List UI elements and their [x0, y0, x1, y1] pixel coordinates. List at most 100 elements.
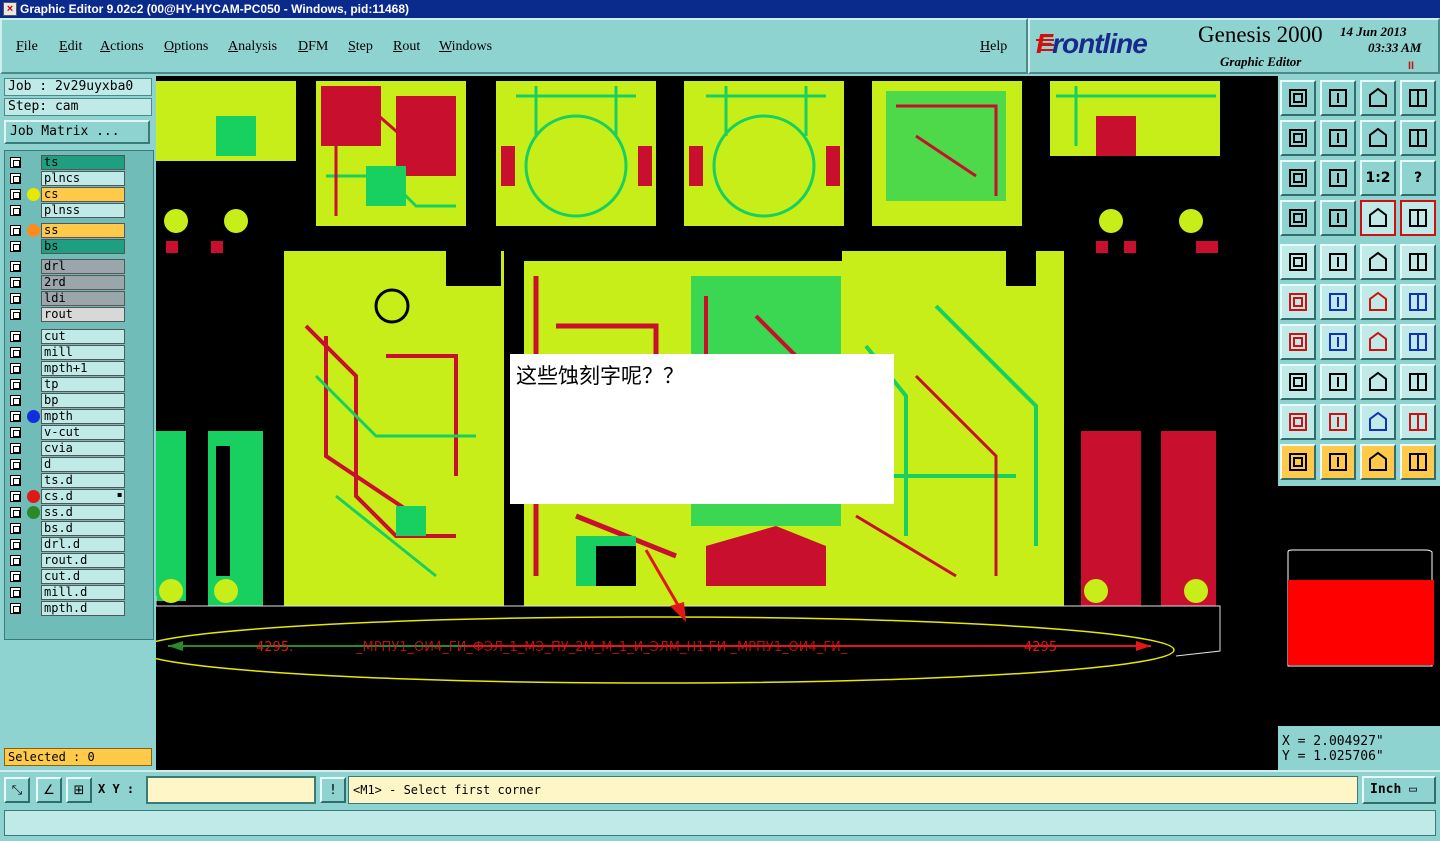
fit-all-icon[interactable]	[1280, 160, 1316, 196]
surface-icon[interactable]	[1360, 244, 1396, 280]
center-icon[interactable]	[1320, 160, 1356, 196]
layer-checkbox[interactable]	[10, 157, 21, 168]
layer-checkbox[interactable]	[10, 555, 21, 566]
menu-file[interactable]: File	[16, 39, 38, 55]
tri-red-alt-icon[interactable]	[1400, 404, 1436, 440]
layer-row[interactable]: ldi	[7, 291, 153, 306]
layer-checkbox[interactable]	[10, 277, 21, 288]
layer-row[interactable]: ts.d	[7, 473, 153, 488]
layer-name[interactable]: plnss	[41, 203, 125, 218]
layer-row[interactable]: bs	[7, 239, 153, 254]
text-icon[interactable]	[1400, 324, 1436, 360]
layer-row[interactable]: cvia	[7, 441, 153, 456]
alert-icon[interactable]: !	[320, 777, 346, 803]
layer-checkbox[interactable]	[10, 379, 21, 390]
layer-row[interactable]: d	[7, 457, 153, 472]
layer-name[interactable]: ts.d	[41, 473, 125, 488]
snap-icon[interactable]	[1280, 200, 1316, 236]
layer-row[interactable]: ts	[7, 155, 153, 170]
help-icon[interactable]: ?	[1400, 160, 1436, 196]
redraw-icon[interactable]	[1400, 120, 1436, 156]
menu-help[interactable]: Help	[980, 39, 1007, 55]
layer-checkbox[interactable]	[10, 459, 21, 470]
layer-name[interactable]: v-cut	[41, 425, 125, 440]
layer-row[interactable]: mill	[7, 345, 153, 360]
layer-row[interactable]: mpth+1	[7, 361, 153, 376]
layer-name[interactable]: mpth	[41, 409, 125, 424]
connect-icon[interactable]	[1280, 284, 1316, 320]
layer-row[interactable]: cs	[7, 187, 153, 202]
dimension-icon[interactable]	[1360, 364, 1396, 400]
layer-name[interactable]: cut.d	[41, 569, 125, 584]
tri-blue-icon[interactable]	[1360, 404, 1396, 440]
layer-checkbox[interactable]	[10, 539, 21, 550]
slope-icon[interactable]	[1320, 324, 1356, 360]
layer-checkbox[interactable]	[10, 411, 21, 422]
layers-display-alt-icon[interactable]	[1400, 200, 1436, 236]
layer-checkbox[interactable]	[10, 587, 21, 598]
layer-name[interactable]: cs.d	[41, 489, 125, 504]
measure-icon[interactable]	[1360, 284, 1396, 320]
layer-name[interactable]: tp	[41, 377, 125, 392]
layer-row[interactable]: cs.d ▪	[7, 489, 153, 504]
layer-row[interactable]: drl	[7, 259, 153, 274]
layer-checkbox[interactable]	[10, 189, 21, 200]
layer-name[interactable]: drl.d	[41, 537, 125, 552]
layer-checkbox[interactable]	[10, 241, 21, 252]
tri-orange-icon[interactable]	[1320, 404, 1356, 440]
tri-red-icon[interactable]	[1280, 404, 1316, 440]
menu-step[interactable]: Step	[348, 39, 373, 55]
layer-row[interactable]: bs.d	[7, 521, 153, 536]
cross-icon[interactable]	[1320, 284, 1356, 320]
layer-row[interactable]: v-cut	[7, 425, 153, 440]
layer-checkbox[interactable]	[10, 491, 21, 502]
layer-row[interactable]: plncs	[7, 171, 153, 186]
select-icon[interactable]	[1280, 444, 1316, 480]
layer-name[interactable]: 2rd	[41, 275, 125, 290]
layer-row[interactable]: mpth.d	[7, 601, 153, 616]
layer-row[interactable]: ss	[7, 223, 153, 238]
layer-name[interactable]: ss.d	[41, 505, 125, 520]
layers-display-icon[interactable]	[1360, 200, 1396, 236]
app-icon[interactable]: ×	[3, 2, 17, 16]
layer-name[interactable]: bs	[41, 239, 125, 254]
layer-row[interactable]: bp	[7, 393, 153, 408]
layer-checkbox[interactable]	[10, 293, 21, 304]
select-box-icon[interactable]	[1320, 444, 1356, 480]
layer-checkbox[interactable]	[10, 443, 21, 454]
layer-row[interactable]: rout.d	[7, 553, 153, 568]
layer-name[interactable]: mill.d	[41, 585, 125, 600]
layer-name[interactable]: ss	[41, 223, 125, 238]
layer-row[interactable]: drl.d	[7, 537, 153, 552]
layer-checkbox[interactable]	[10, 507, 21, 518]
layer-name[interactable]: d	[41, 457, 125, 472]
layer-row[interactable]: cut	[7, 329, 153, 344]
layer-name[interactable]: plncs	[41, 171, 125, 186]
menu-rout[interactable]: Rout	[393, 39, 420, 55]
layer-row[interactable]: cut.d	[7, 569, 153, 584]
layer-row[interactable]: tp	[7, 377, 153, 392]
job-matrix-button[interactable]: Job Matrix ...	[4, 120, 150, 144]
layer-row[interactable]: mpth	[7, 409, 153, 424]
layer-name[interactable]: cs	[41, 187, 125, 202]
layer-checkbox[interactable]	[10, 331, 21, 342]
select-point-icon[interactable]	[1360, 444, 1396, 480]
grid-icon[interactable]	[1320, 200, 1356, 236]
layer-checkbox[interactable]	[10, 309, 21, 320]
circle-icon[interactable]	[1400, 244, 1436, 280]
angle-icon[interactable]	[1280, 324, 1316, 360]
drill-icon[interactable]	[1400, 364, 1436, 400]
layer-checkbox[interactable]	[10, 363, 21, 374]
layer-name[interactable]: ldi	[41, 291, 125, 306]
menu-actions[interactable]: Actions	[100, 39, 144, 55]
layer-name[interactable]: mill	[41, 345, 125, 360]
pan-left-icon[interactable]	[1280, 120, 1316, 156]
resize-icon[interactable]: ⤡	[4, 777, 30, 803]
angle-snap-icon[interactable]: ∠	[36, 777, 62, 803]
menu-edit[interactable]: Edit	[59, 39, 82, 55]
measure-alt-icon[interactable]	[1400, 284, 1436, 320]
route-select-icon[interactable]	[1400, 444, 1436, 480]
pause-icon[interactable]: II	[1408, 60, 1414, 72]
layer-checkbox[interactable]	[10, 225, 21, 236]
zoom-in-icon[interactable]	[1360, 80, 1396, 116]
